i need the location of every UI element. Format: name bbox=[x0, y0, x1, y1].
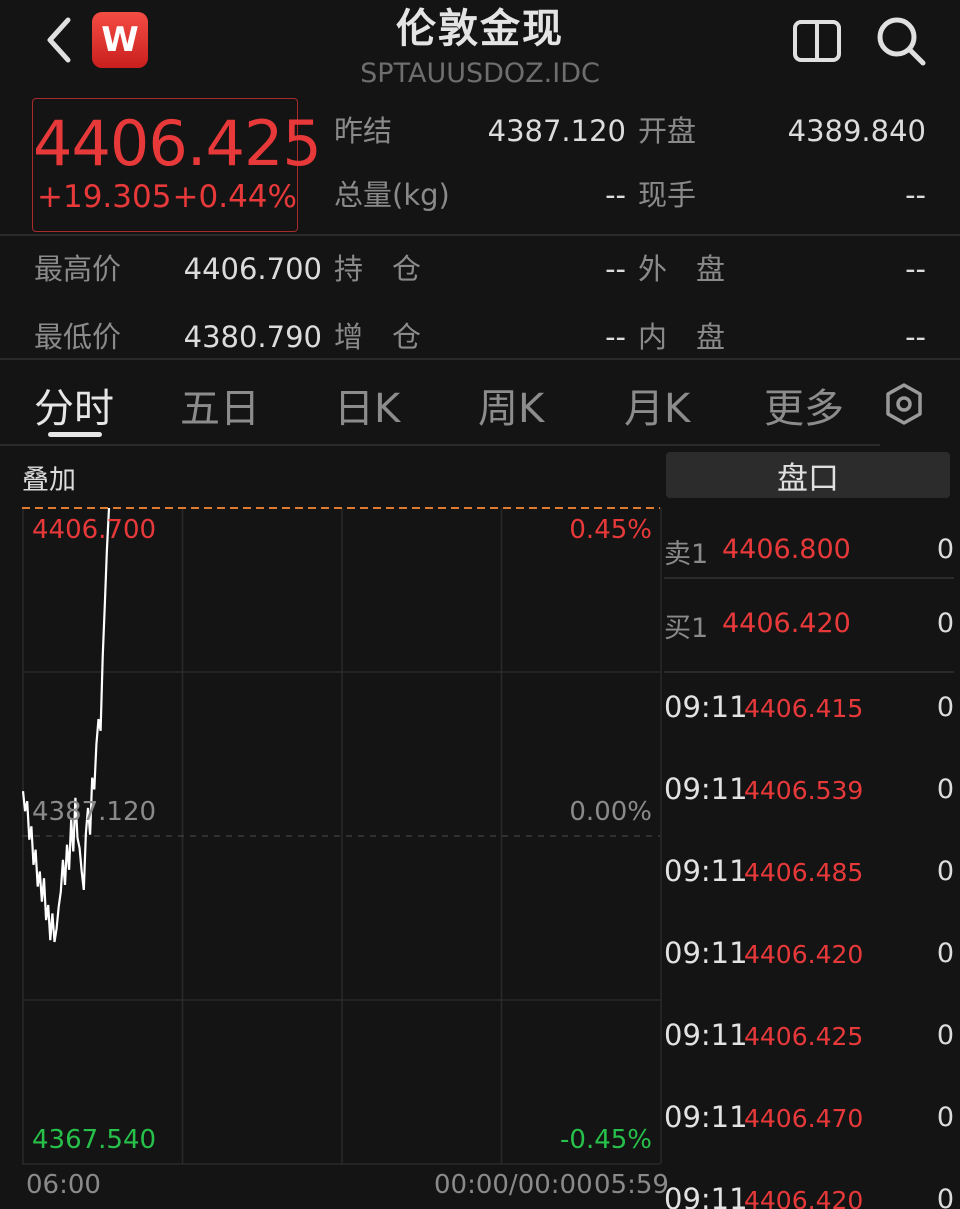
current-hand-label: 现手 bbox=[638, 178, 697, 212]
tick-volume: 0 bbox=[936, 1184, 954, 1209]
tick-volume: 0 bbox=[936, 1102, 954, 1133]
tick-time: 09:11 bbox=[664, 1100, 748, 1134]
overlay-button[interactable]: 叠加 bbox=[22, 458, 76, 497]
open-value: 4389.840 bbox=[787, 114, 926, 148]
tick-price: 4406.485 bbox=[744, 858, 864, 887]
y-pct-low: -0.45% bbox=[560, 1125, 652, 1155]
order-book-tab[interactable]: 盘口 bbox=[666, 452, 950, 498]
tick-volume: 0 bbox=[936, 774, 954, 805]
tick-volume: 0 bbox=[936, 856, 954, 887]
tick-volume: 0 bbox=[936, 1020, 954, 1051]
tab-intraday[interactable]: 分时 bbox=[34, 376, 114, 434]
watchlist-badge[interactable]: W bbox=[92, 12, 148, 68]
tick-row: 09:11 4406.425 0 bbox=[664, 1018, 954, 1058]
tab-more[interactable]: 更多 bbox=[764, 376, 844, 434]
tick-price: 4406.420 bbox=[744, 1186, 864, 1209]
oi-change-label: 增 仓 bbox=[334, 320, 422, 354]
y-label-low: 4367.540 bbox=[32, 1125, 156, 1155]
x-label-start: 06:00 bbox=[26, 1170, 101, 1200]
last-price: 4406.425 bbox=[33, 107, 322, 180]
tick-time: 09:11 bbox=[664, 854, 748, 888]
back-button[interactable] bbox=[38, 14, 82, 66]
volume-label: 总量(kg) bbox=[334, 178, 450, 212]
divider bbox=[0, 358, 960, 360]
price-change-percent: +0.44% bbox=[172, 179, 297, 215]
chevron-left-icon bbox=[47, 17, 71, 63]
page-title: 伦敦金现 bbox=[396, 6, 564, 52]
search-button[interactable] bbox=[874, 14, 928, 68]
prev-settle-label: 昨结 bbox=[334, 114, 393, 148]
high-value: 4406.700 bbox=[183, 252, 322, 286]
tick-volume: 0 bbox=[936, 938, 954, 969]
open-interest-label: 持 仓 bbox=[334, 252, 422, 286]
tab-daily-k[interactable]: 日K bbox=[334, 376, 400, 434]
y-label-reference: 4387.120 bbox=[32, 797, 156, 827]
open-label: 开盘 bbox=[638, 114, 697, 148]
tick-row: 09:11 4406.485 0 bbox=[664, 854, 954, 894]
divider bbox=[0, 234, 960, 236]
tab-weekly-k[interactable]: 周K bbox=[478, 376, 544, 434]
divider bbox=[664, 671, 954, 673]
tick-row: 09:11 4406.420 0 bbox=[664, 936, 954, 976]
low-value: 4380.790 bbox=[183, 320, 322, 354]
outer-volume-value: -- bbox=[905, 252, 926, 286]
tick-row: 09:11 4406.470 0 bbox=[664, 1100, 954, 1140]
prev-settle-value: 4387.120 bbox=[487, 114, 626, 148]
sell1-label: 卖1 bbox=[664, 539, 709, 570]
tick-time: 09:11 bbox=[664, 690, 748, 724]
buy1-price: 4406.420 bbox=[722, 608, 851, 639]
divider bbox=[664, 577, 954, 579]
x-label-session: 00:00/00:00 bbox=[434, 1170, 593, 1200]
divider bbox=[0, 444, 880, 446]
price-change: +19.305 bbox=[37, 179, 172, 215]
buy1-label: 买1 bbox=[664, 613, 709, 644]
tab-five-day[interactable]: 五日 bbox=[180, 376, 260, 434]
y-pct-reference: 0.00% bbox=[569, 797, 652, 827]
volume-value: -- bbox=[605, 178, 626, 212]
inner-volume-label: 内 盘 bbox=[638, 320, 726, 354]
low-label: 最低价 bbox=[34, 320, 122, 354]
y-pct-high: 0.45% bbox=[569, 515, 652, 545]
tick-volume: 0 bbox=[936, 692, 954, 723]
symbol-code: SPTAUUSDOZ.IDC bbox=[360, 58, 600, 89]
chart-grid bbox=[22, 508, 662, 1165]
tick-price: 4406.420 bbox=[744, 940, 864, 969]
tick-time: 09:11 bbox=[664, 1182, 748, 1209]
open-interest-value: -- bbox=[605, 252, 626, 286]
outer-volume-label: 外 盘 bbox=[638, 252, 726, 286]
tick-time: 09:11 bbox=[664, 1018, 748, 1052]
current-hand-value: -- bbox=[905, 178, 926, 212]
price-line bbox=[22, 507, 111, 943]
oi-change-value: -- bbox=[605, 320, 626, 354]
y-label-high: 4406.700 bbox=[32, 515, 156, 545]
tick-row: 09:11 4406.415 0 bbox=[664, 690, 954, 730]
high-label: 最高价 bbox=[34, 252, 122, 286]
search-icon bbox=[877, 17, 926, 66]
sell1-volume: 0 bbox=[936, 534, 954, 565]
price-box: 4406.425 +19.305 +0.44% bbox=[32, 98, 322, 232]
tab-monthly-k[interactable]: 月K bbox=[624, 376, 690, 434]
chart-settings-button[interactable] bbox=[884, 382, 924, 426]
tick-price: 4406.425 bbox=[744, 1022, 864, 1051]
tick-row: 09:11 4406.420 0 bbox=[664, 1182, 954, 1209]
settings-icon bbox=[886, 383, 922, 425]
split-view-icon bbox=[793, 20, 841, 62]
tick-price: 4406.539 bbox=[744, 776, 864, 805]
x-label-end: 05:59 bbox=[594, 1170, 669, 1200]
tick-time: 09:11 bbox=[664, 772, 748, 806]
tick-row: 09:11 4406.539 0 bbox=[664, 772, 954, 812]
tick-list[interactable]: 09:11 4406.415 0 09:11 4406.539 0 09:11 4406.48… bbox=[664, 690, 960, 1209]
buy1-volume: 0 bbox=[936, 608, 954, 639]
tick-price: 4406.470 bbox=[744, 1104, 864, 1133]
split-view-button[interactable] bbox=[792, 18, 842, 64]
tick-time: 09:11 bbox=[664, 936, 748, 970]
intraday-chart[interactable]: 4406.700 4387.120 4367.540 0.45% 0.00% -… bbox=[22, 506, 662, 1166]
tick-price: 4406.415 bbox=[744, 694, 864, 723]
sell1-price: 4406.800 bbox=[722, 534, 851, 565]
inner-volume-value: -- bbox=[905, 320, 926, 354]
active-tab-indicator bbox=[48, 432, 102, 437]
